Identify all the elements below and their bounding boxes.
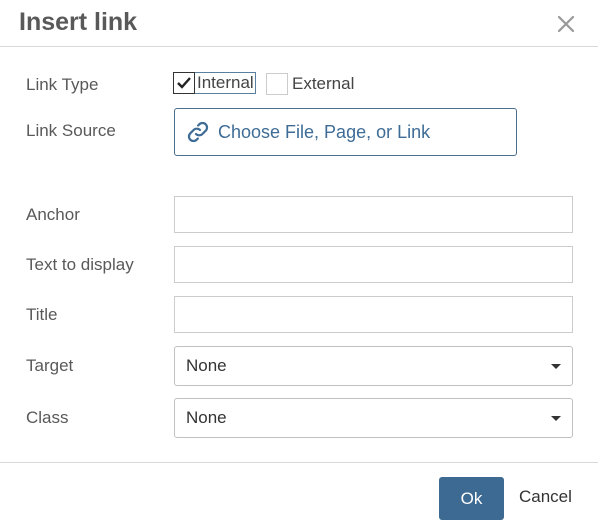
link-icon xyxy=(187,121,209,143)
link-source-label: Link Source xyxy=(26,121,116,140)
link-type-label: Link Type xyxy=(26,75,99,94)
close-button[interactable] xyxy=(554,12,578,36)
link-type-internal-checkbox[interactable]: Internal xyxy=(173,71,256,94)
anchor-input[interactable] xyxy=(174,196,573,233)
class-label: Class xyxy=(26,408,69,427)
text-to-display-input[interactable] xyxy=(174,246,573,283)
class-select[interactable]: None xyxy=(174,398,573,438)
link-type-internal-label: Internal xyxy=(197,73,254,92)
caret-down-icon xyxy=(551,415,561,421)
insert-link-dialog: Insert link Link Type Internal External … xyxy=(0,0,598,531)
ok-button[interactable]: Ok xyxy=(439,477,504,520)
dialog-footer xyxy=(0,462,598,531)
class-select-value: None xyxy=(186,408,227,427)
link-type-external-checkbox[interactable]: External xyxy=(266,72,354,96)
caret-down-icon xyxy=(551,363,561,369)
link-type-external-label: External xyxy=(292,74,355,93)
text-to-display-label: Text to display xyxy=(26,255,134,274)
cancel-button[interactable]: Cancel xyxy=(519,487,572,507)
dialog-title: Insert link xyxy=(19,8,138,36)
close-icon xyxy=(557,15,575,33)
checkmark-icon xyxy=(173,71,195,94)
anchor-label: Anchor xyxy=(26,205,80,224)
target-label: Target xyxy=(26,356,74,375)
target-select-value: None xyxy=(186,356,227,375)
choose-link-source-button[interactable]: Choose File, Page, or Link xyxy=(174,108,517,156)
choose-link-source-label: Choose File, Page, or Link xyxy=(218,121,431,142)
title-label: Title xyxy=(26,305,58,324)
title-input[interactable] xyxy=(174,296,573,333)
dialog-header: Insert link xyxy=(0,0,598,47)
checkbox-empty-icon xyxy=(266,73,288,95)
target-select[interactable]: None xyxy=(174,346,573,386)
